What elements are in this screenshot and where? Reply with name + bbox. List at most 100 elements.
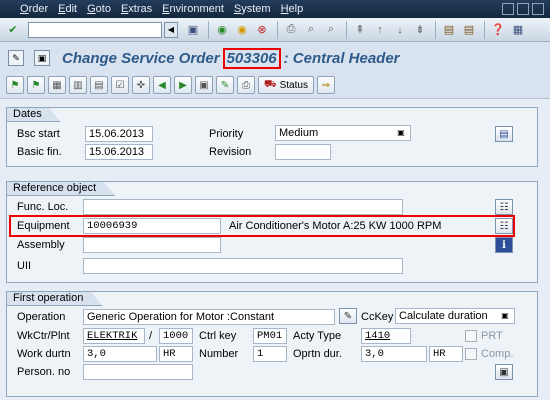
edit-long-text-icon[interactable]: ✎: [216, 76, 234, 94]
flag-icon[interactable]: ⚑: [6, 76, 24, 94]
comp-checkbox[interactable]: [465, 348, 477, 360]
menu-bar: Order Edit Goto Extras Environment Syste…: [0, 0, 550, 18]
menu-help[interactable]: Help: [281, 3, 304, 15]
first-page-icon[interactable]: ⇞: [351, 21, 369, 39]
plant-separator: /: [149, 330, 153, 342]
ckey-label: CcKey: [361, 311, 394, 323]
info-icon[interactable]: i: [495, 237, 513, 253]
menu-environment[interactable]: Environment: [162, 3, 224, 15]
cost-icon[interactable]: ▥: [69, 76, 87, 94]
assembly-field[interactable]: [83, 237, 221, 253]
help-icon[interactable]: ❓: [489, 21, 507, 39]
ckey-select[interactable]: Calculate duration ▣: [395, 308, 515, 324]
func-loc-structure-icon[interactable]: ☷: [495, 199, 513, 215]
display-change-icon[interactable]: ✎: [8, 50, 24, 66]
release-icon[interactable]: ⚑: [27, 76, 45, 94]
print-order-icon[interactable]: ⎙: [237, 76, 255, 94]
objects-icon[interactable]: ▦: [48, 76, 66, 94]
structure-icon[interactable]: ✜: [132, 76, 150, 94]
window-controls: [502, 3, 544, 15]
bsc-start-field[interactable]: 15.06.2013: [85, 126, 153, 142]
operation-duration-unit-field[interactable]: HR: [429, 346, 463, 362]
menu-extras[interactable]: Extras: [121, 3, 152, 15]
back-icon[interactable]: ◉: [213, 21, 231, 39]
print-icon[interactable]: ⎙: [282, 21, 300, 39]
prev-page-icon[interactable]: ↑: [371, 21, 389, 39]
acty-type-field[interactable]: 1410: [361, 328, 411, 344]
dropdown-icon[interactable]: ▣: [395, 127, 407, 139]
close-window-icon[interactable]: [532, 3, 544, 15]
work-duration-label: Work durtn: [17, 348, 71, 360]
person-no-label: Person. no: [17, 366, 71, 378]
operation-group-title: First operation: [6, 291, 102, 306]
find-next-icon[interactable]: ⌕: [322, 21, 340, 39]
reference-group-title: Reference object: [6, 181, 115, 196]
priority-select[interactable]: Medium ▣: [275, 125, 411, 141]
func-loc-field[interactable]: [83, 199, 403, 215]
assembly-label: Assembly: [17, 239, 65, 251]
comp-label: Comp.: [481, 348, 514, 360]
ctrl-key-field[interactable]: PM01: [253, 328, 287, 344]
operation-overview-icon[interactable]: ▣: [495, 364, 513, 380]
checklist-icon[interactable]: ☑: [111, 76, 129, 94]
cancel-icon[interactable]: ⊗: [253, 21, 271, 39]
minimize-icon[interactable]: [502, 3, 514, 15]
application-toolbar: ⚑ ⚑ ▦ ▥ ▤ ☑ ✜ ◀ ▶ ▣ ✎ ⎙ ⛟ Status ⇒: [0, 74, 550, 96]
other-order-icon[interactable]: ▣: [34, 50, 50, 66]
operation-duration-label: Oprtn dur.: [293, 348, 342, 360]
prt-checkbox[interactable]: [465, 330, 477, 342]
basic-fin-label: Basic fin.: [17, 146, 62, 158]
acty-type-label: Acty Type: [293, 330, 342, 342]
revision-field[interactable]: [275, 144, 331, 160]
equipment-field[interactable]: 10006939: [83, 218, 221, 234]
status-button[interactable]: ⛟ Status: [258, 76, 314, 94]
plant-field[interactable]: 1000: [159, 328, 193, 344]
menu-edit[interactable]: Edit: [58, 3, 77, 15]
page-title: Change Service Order 503306 : Central He…: [62, 47, 400, 69]
func-loc-label: Func. Loc.: [17, 201, 69, 213]
layout-icon[interactable]: ▦: [509, 21, 527, 39]
command-field[interactable]: [28, 21, 162, 38]
next-page-icon[interactable]: ↓: [391, 21, 409, 39]
revision-label: Revision: [209, 146, 252, 158]
hierarchy-icon[interactable]: ▤: [90, 76, 108, 94]
toolbar-separator: [346, 20, 347, 39]
forward-arrow-icon[interactable]: ⇒: [316, 76, 335, 94]
toolbar-separator: [208, 20, 209, 39]
maximize-icon[interactable]: [517, 3, 529, 15]
basic-fin-field[interactable]: 15.06.2013: [85, 144, 153, 160]
title-prefix: Change Service Order: [62, 49, 220, 67]
dropdown-icon[interactable]: ▣: [499, 310, 511, 322]
equipment-structure-icon[interactable]: ☷: [495, 218, 513, 234]
menu-system[interactable]: System: [234, 3, 271, 15]
work-unit-field[interactable]: HR: [159, 346, 193, 362]
operation-duration-field[interactable]: 3,0: [361, 346, 427, 362]
edit-long-text-icon[interactable]: ✎: [339, 308, 357, 324]
exit-icon[interactable]: ◉: [233, 21, 251, 39]
order-number: 503306: [222, 47, 281, 69]
uii-label: UII: [17, 260, 32, 272]
dates-detail-icon[interactable]: ▤: [495, 126, 513, 142]
dates-group-title: Dates: [6, 107, 61, 122]
save-icon[interactable]: ▣: [184, 21, 202, 39]
command-history-icon[interactable]: ◀: [164, 21, 178, 38]
number-field[interactable]: 1: [253, 346, 287, 362]
shortcut-icon[interactable]: ▤: [460, 21, 478, 39]
enter-icon[interactable]: ✔: [4, 21, 22, 39]
navigate-forward-icon[interactable]: ▶: [174, 76, 192, 94]
uii-field[interactable]: [83, 258, 403, 274]
documents-icon[interactable]: ▣: [195, 76, 213, 94]
priority-value: Medium: [279, 127, 319, 139]
navigate-back-icon[interactable]: ◀: [153, 76, 171, 94]
menu-goto[interactable]: Goto: [87, 3, 111, 15]
person-no-field[interactable]: [83, 364, 193, 380]
work-duration-field[interactable]: 3,0: [83, 346, 157, 362]
menu-order[interactable]: Order: [20, 3, 48, 15]
last-page-icon[interactable]: ⇟: [411, 21, 429, 39]
find-icon[interactable]: ⌕: [302, 21, 320, 39]
toolbar-separator: [277, 20, 278, 39]
work-center-field[interactable]: ELEKTRIK: [83, 328, 145, 344]
toolbar-separator: [484, 20, 485, 39]
new-session-icon[interactable]: ▤: [440, 21, 458, 39]
operation-text-field[interactable]: Generic Operation for Motor :Constant: [83, 309, 335, 325]
